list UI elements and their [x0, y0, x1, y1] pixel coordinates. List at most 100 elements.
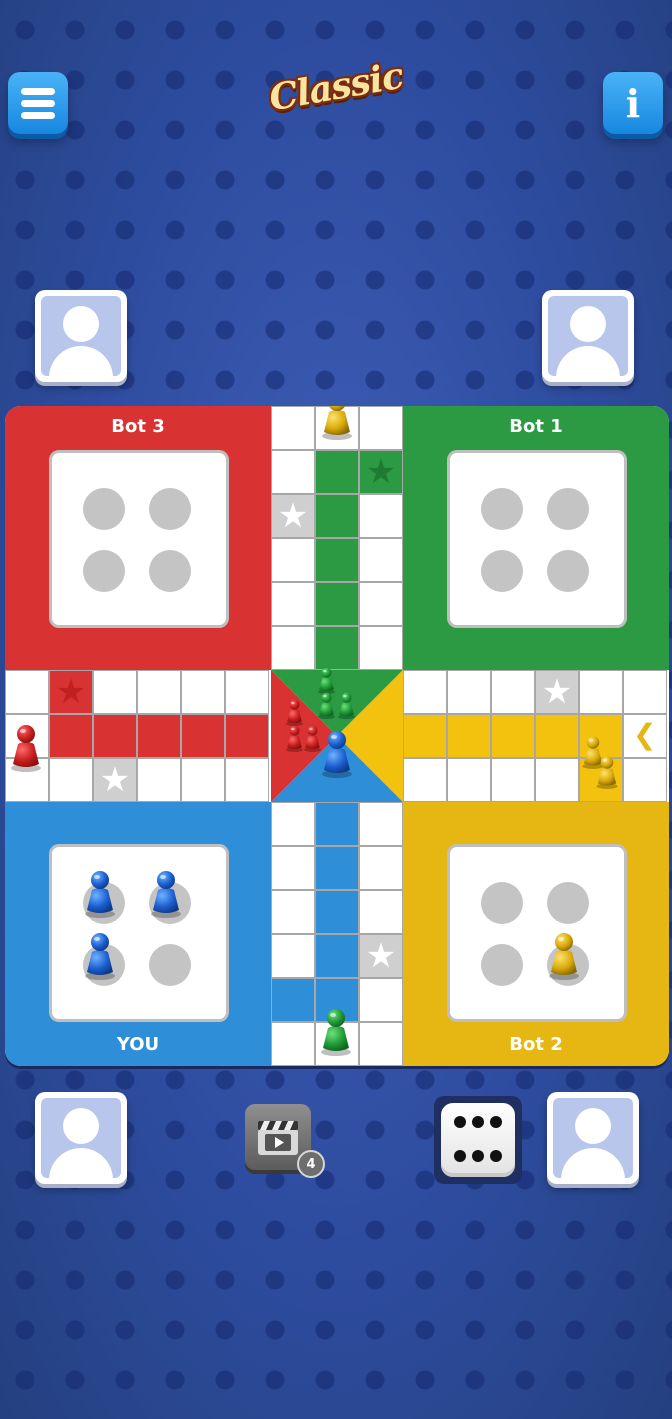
clapperboard-play-icon: [258, 1121, 298, 1155]
track-cell: [271, 406, 315, 450]
direction-arrow-icon: ❮: [633, 718, 657, 751]
safe-star-icon: ★: [55, 672, 87, 712]
home-column-cell: [315, 802, 359, 846]
home-green: Bot 1: [403, 406, 669, 670]
home-column-cell: [181, 714, 225, 758]
home-column-cell: [315, 538, 359, 582]
yard-slot: [149, 944, 191, 986]
home-column-cell: [315, 626, 359, 670]
track-cell: [271, 450, 315, 494]
avatar-bot-2: [547, 1092, 639, 1184]
safe-star-icon: ★: [277, 980, 309, 1020]
track-cell: [181, 670, 225, 714]
pawn-blue[interactable]: [149, 868, 183, 918]
info-icon: i: [625, 80, 641, 126]
yard-slot: [547, 882, 589, 924]
pawn-blue[interactable]: [83, 930, 117, 980]
track-cell: [181, 758, 225, 802]
pawn-yellow[interactable]: [595, 754, 619, 789]
yard-slot: [83, 550, 125, 592]
track-cell: [271, 1022, 315, 1066]
track-cell: [137, 758, 181, 802]
home-column-cell: [491, 714, 535, 758]
yard-slot: [481, 550, 523, 592]
home-column-cell: [137, 714, 181, 758]
track-cell: [359, 538, 403, 582]
pawn-red[interactable]: [285, 698, 304, 726]
yard-slot: [149, 488, 191, 530]
pawn-blue[interactable]: [83, 868, 117, 918]
yard-green: [447, 450, 627, 628]
avatar-bot-3: [35, 290, 127, 382]
safe-star-icon: ★: [277, 496, 309, 536]
track-cell: [623, 758, 667, 802]
ludo-board: Bot 3 Bot 1 YOU Bot 2 ★ ★ ★ ★ ★ ★ ★ ❮: [5, 406, 669, 1066]
pawn-green[interactable]: [317, 691, 336, 719]
track-cell: [359, 406, 403, 450]
home-yellow: Bot 2: [403, 802, 669, 1066]
yard-slot: [481, 944, 523, 986]
track-cell: [137, 670, 181, 714]
avatar-bot-1: [542, 290, 634, 382]
yard-slot: [547, 488, 589, 530]
home-column-cell: [315, 890, 359, 934]
track-cell: [271, 582, 315, 626]
home-column-cell: [315, 450, 359, 494]
pawn-blue[interactable]: [320, 728, 354, 778]
roll-dice-button[interactable]: [434, 1096, 522, 1184]
pawn-green[interactable]: [317, 666, 336, 694]
track-cell: [535, 758, 579, 802]
track-cell: [225, 670, 269, 714]
home-column-cell: [93, 714, 137, 758]
safe-star-icon: ★: [541, 672, 573, 712]
track-cell: [271, 538, 315, 582]
yard-slot: [481, 488, 523, 530]
video-reward-count-badge: 4: [297, 1150, 325, 1178]
track-cell: [359, 846, 403, 890]
track-cell: [271, 846, 315, 890]
track-cell: [359, 494, 403, 538]
yard-slot: [547, 550, 589, 592]
track-cell: [359, 626, 403, 670]
avatar-you: [35, 1092, 127, 1184]
track-cell: [447, 670, 491, 714]
yard-red: [49, 450, 229, 628]
track-cell: [93, 670, 137, 714]
track-cell: [49, 758, 93, 802]
track-cell: [403, 670, 447, 714]
home-column-cell: [315, 582, 359, 626]
track-cell: [447, 758, 491, 802]
track-cell: [271, 626, 315, 670]
track-cell: [359, 890, 403, 934]
dice-icon: [441, 1103, 515, 1177]
track-cell: [5, 670, 49, 714]
track-cell: [623, 670, 667, 714]
home-column-cell: [447, 714, 491, 758]
home-column-cell: [315, 934, 359, 978]
track-cell: [271, 934, 315, 978]
track-cell: [359, 978, 403, 1022]
pawn-red[interactable]: [9, 722, 43, 772]
home-red: Bot 3: [5, 406, 271, 670]
pawn-green[interactable]: [319, 1006, 353, 1056]
pawn-yellow[interactable]: [547, 930, 581, 980]
track-cell: [579, 670, 623, 714]
player-name-bot-3: Bot 3: [111, 416, 165, 437]
watch-video-button[interactable]: 4: [245, 1104, 325, 1178]
track-cell: [359, 582, 403, 626]
player-name-bot-1: Bot 1: [509, 416, 563, 437]
safe-star-icon: ★: [99, 760, 131, 800]
safe-star-icon: ★: [365, 452, 397, 492]
track-cell: [359, 802, 403, 846]
safe-star-icon: ★: [365, 936, 397, 976]
track-cell: [359, 1022, 403, 1066]
pawn-green[interactable]: [337, 691, 356, 719]
home-column-cell: [225, 714, 269, 758]
track-cell: [271, 890, 315, 934]
home-column-cell: [49, 714, 93, 758]
track-cell: [491, 758, 535, 802]
info-button[interactable]: i: [603, 72, 663, 134]
pawn-red[interactable]: [285, 724, 304, 752]
home-blue: YOU: [5, 802, 271, 1066]
pawn-yellow[interactable]: [320, 406, 354, 440]
